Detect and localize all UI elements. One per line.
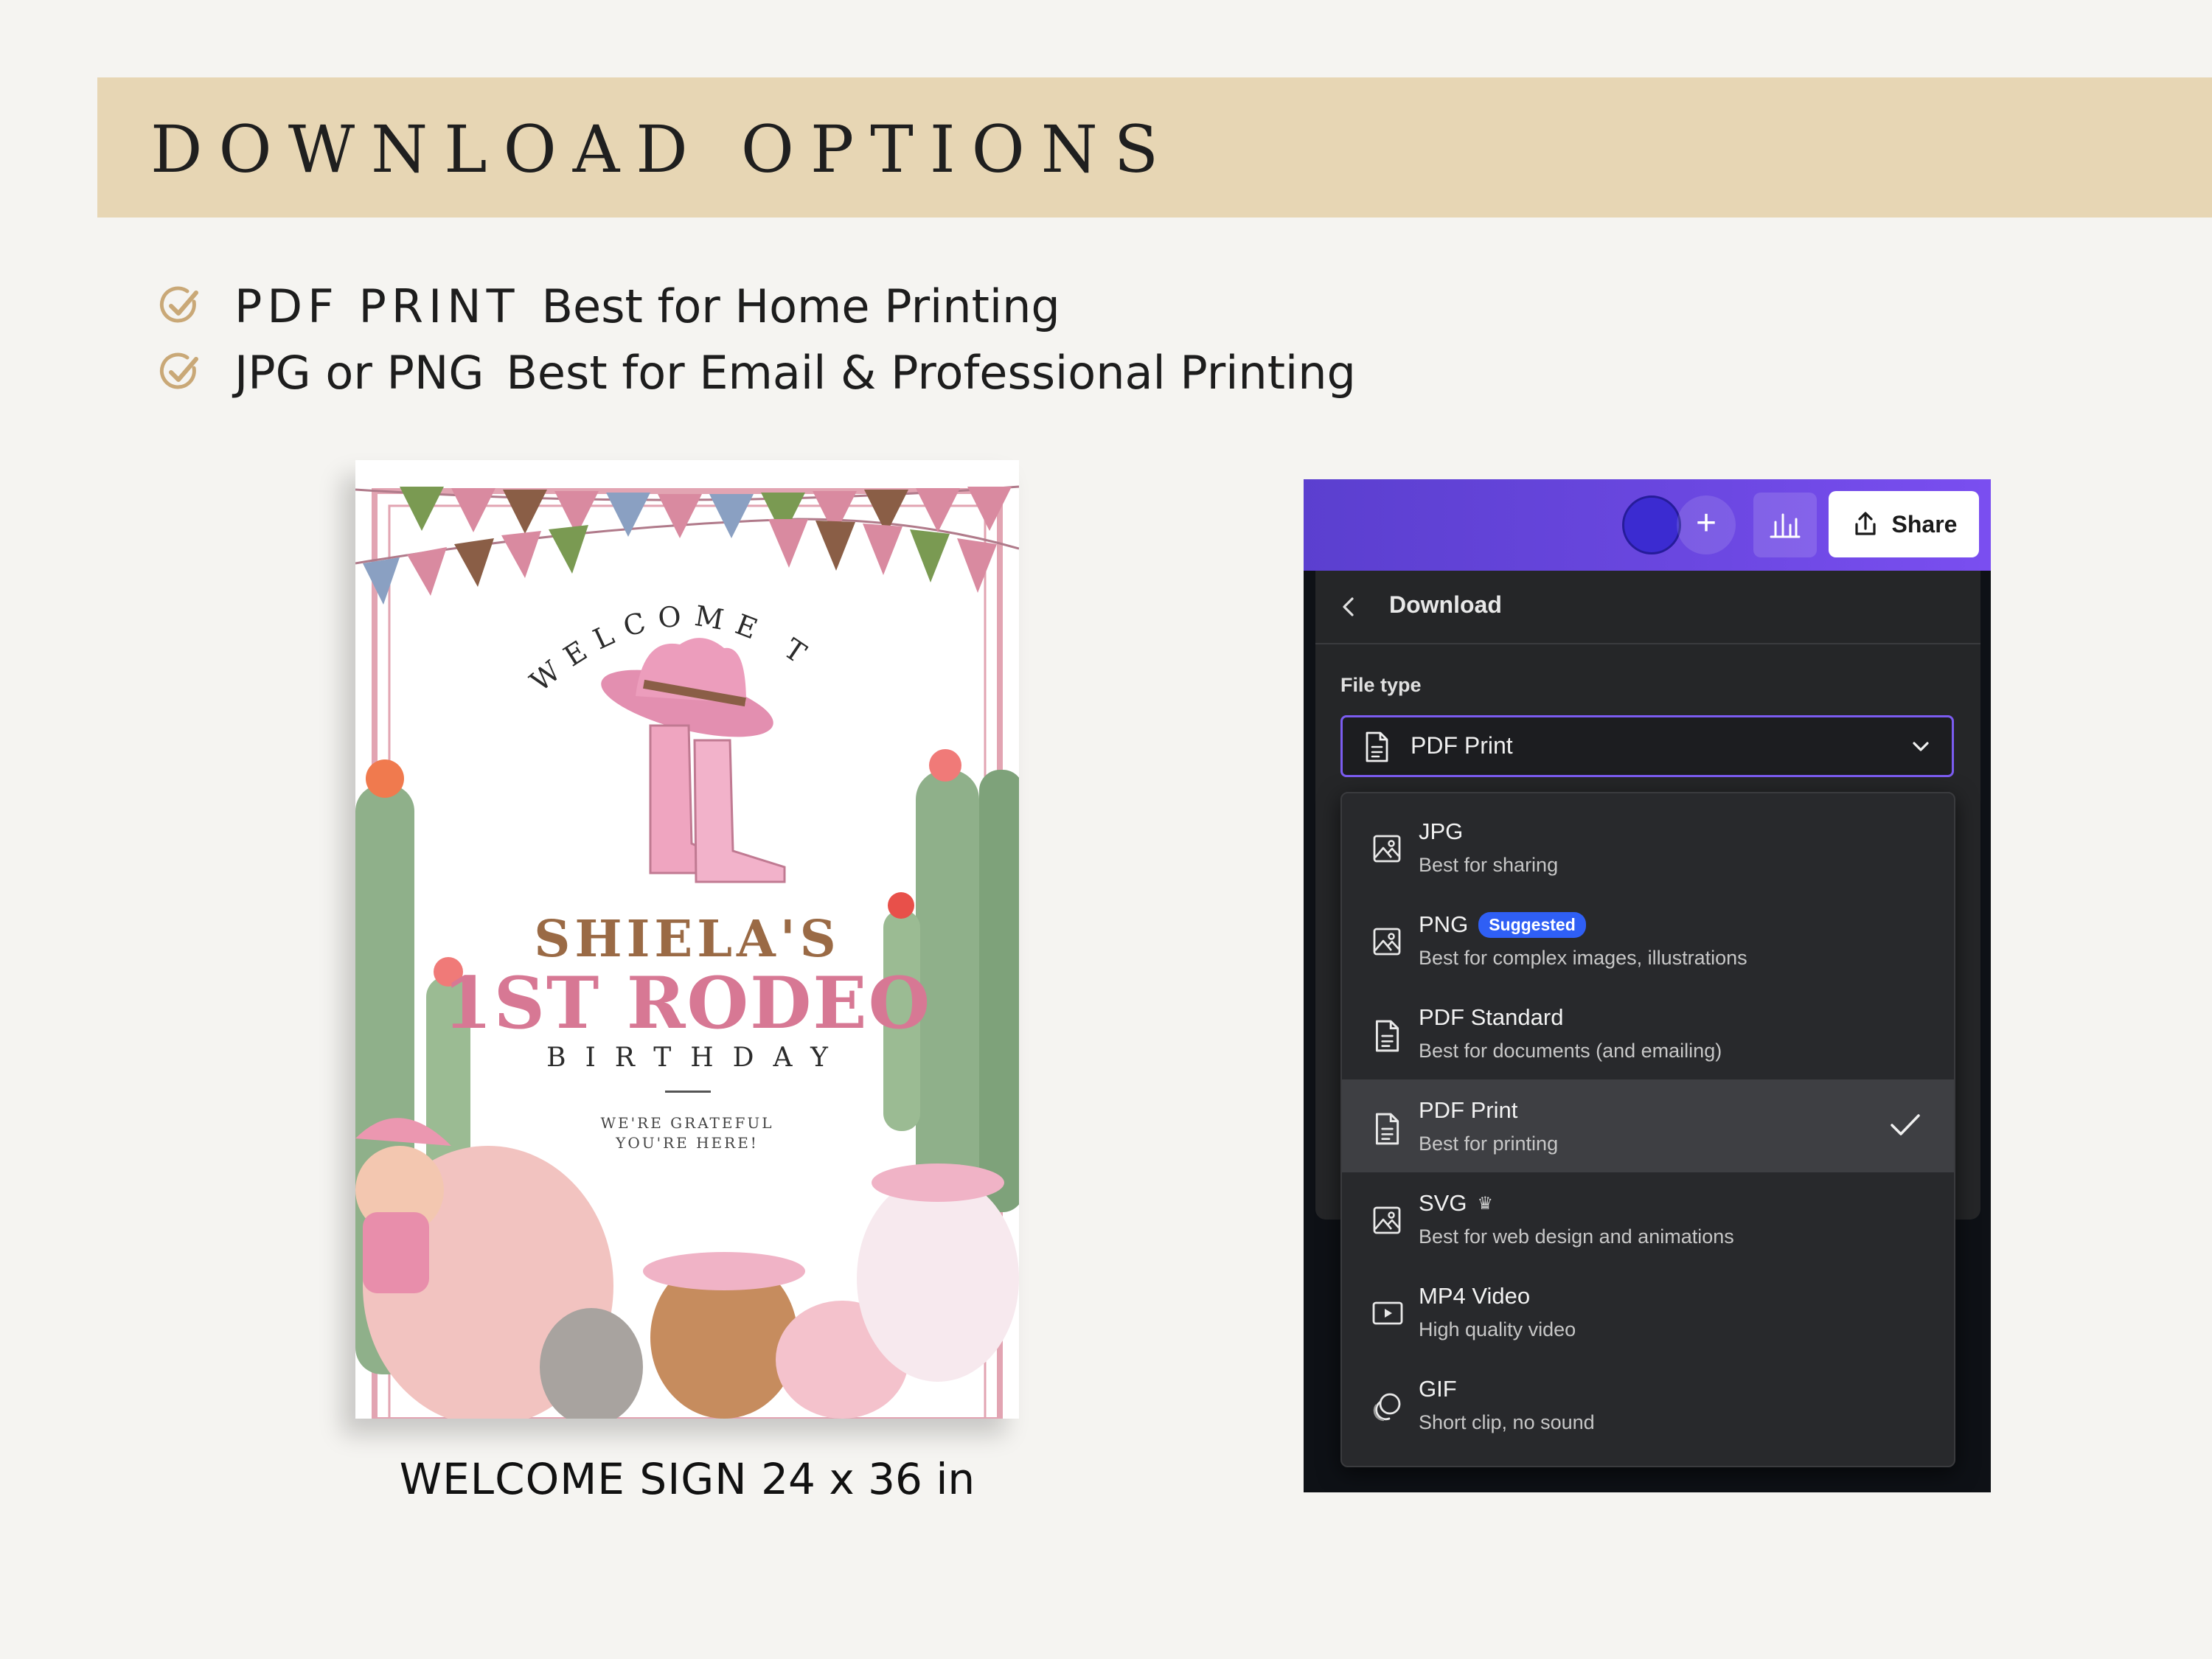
document-icon bbox=[1375, 1113, 1399, 1145]
editor-topbar: + Share bbox=[1304, 479, 1991, 571]
share-upload-icon bbox=[1854, 512, 1876, 535]
download-panel-header: Download bbox=[1315, 571, 1980, 644]
file-type-option-jpg[interactable]: JPG Best for sharing bbox=[1342, 801, 1954, 894]
checkmark-icon bbox=[1891, 1114, 1920, 1135]
poster-divider bbox=[665, 1091, 711, 1093]
feature-description: Best for Email & Professional Printing bbox=[506, 345, 1356, 400]
crown-icon: ♛ bbox=[1477, 1193, 1493, 1214]
download-panel-title: Download bbox=[1389, 591, 1502, 618]
feature-name: PDF PRINT bbox=[234, 279, 520, 333]
option-title: SVG ♛ bbox=[1419, 1190, 1493, 1217]
option-title-text: PDF Standard bbox=[1419, 1004, 1564, 1030]
welcome-sign-poster: WELCOME TO bbox=[355, 460, 1019, 1419]
option-title-text: MP4 Video bbox=[1419, 1283, 1531, 1309]
option-description: Best for sharing bbox=[1419, 854, 1559, 876]
file-type-option-pdf-standard[interactable]: PDF Standard Best for documents (and ema… bbox=[1342, 987, 1954, 1079]
option-title: PNG Suggested bbox=[1419, 911, 1586, 938]
check-circle-icon bbox=[159, 286, 198, 323]
feature-list: PDF PRINT Best for Home Printing JPG or … bbox=[158, 273, 1356, 406]
option-description: Best for complex images, illustrations bbox=[1419, 947, 1747, 969]
suggested-badge: Suggested bbox=[1478, 911, 1586, 938]
option-description: High quality video bbox=[1419, 1318, 1576, 1340]
poster-name: SHIELA'S bbox=[534, 910, 841, 969]
poster-caption: WELCOME SIGN 24 x 36 in bbox=[355, 1454, 1019, 1504]
bar-chart-icon bbox=[1770, 513, 1801, 538]
file-type-option-mp4[interactable]: MP4 Video High quality video bbox=[1342, 1265, 1954, 1358]
option-title-text: PDF Print bbox=[1419, 1097, 1518, 1123]
document-icon bbox=[1366, 731, 1388, 762]
image-icon bbox=[1373, 835, 1401, 863]
caption-product: WELCOME SIGN bbox=[399, 1454, 748, 1504]
file-type-menu: JPG Best for sharing PNG Suggested Best … bbox=[1340, 792, 1955, 1467]
image-icon bbox=[1373, 928, 1401, 956]
video-icon bbox=[1372, 1301, 1403, 1325]
insights-button[interactable] bbox=[1753, 493, 1817, 557]
option-title-text: SVG bbox=[1419, 1190, 1467, 1216]
chevron-down-icon bbox=[1913, 742, 1929, 751]
share-label: Share bbox=[1891, 510, 1958, 538]
file-type-label: File type bbox=[1340, 674, 1422, 696]
feature-item: JPG or PNG Best for Email & Professional… bbox=[158, 339, 1356, 406]
option-description: Short clip, no sound bbox=[1419, 1411, 1595, 1433]
poster-grateful-line: WE'RE GRATEFUL bbox=[600, 1114, 774, 1132]
feature-item: PDF PRINT Best for Home Printing bbox=[158, 273, 1356, 339]
plus-icon: + bbox=[1695, 504, 1717, 543]
share-button[interactable]: Share bbox=[1829, 491, 1979, 557]
file-type-selected-value: PDF Print bbox=[1411, 732, 1513, 759]
option-title: GIF bbox=[1419, 1376, 1457, 1402]
option-title: PDF Print bbox=[1419, 1097, 1517, 1124]
poster-subtitle: BIRTHDAY bbox=[546, 1043, 847, 1073]
file-type-select[interactable]: PDF Print bbox=[1340, 715, 1954, 777]
file-type-option-svg[interactable]: SVG ♛ Best for web design and animations bbox=[1342, 1172, 1954, 1265]
option-description: Best for web design and animations bbox=[1419, 1225, 1734, 1248]
poster-grateful-text: WE'RE GRATEFUL YOU'RE HERE! bbox=[355, 1113, 1019, 1153]
document-icon bbox=[1375, 1020, 1399, 1052]
option-title-text: PNG bbox=[1419, 911, 1469, 937]
option-description: Best for printing bbox=[1419, 1133, 1559, 1155]
download-ui-screenshot: + Share Download File type PDF Print JPG… bbox=[1304, 479, 1991, 1492]
feature-description: Best for Home Printing bbox=[541, 279, 1060, 333]
page-title: DOWNLOAD OPTIONS bbox=[150, 111, 1175, 187]
header-banner: DOWNLOAD OPTIONS bbox=[97, 77, 2212, 218]
caption-size: 24 x 36 in bbox=[761, 1454, 975, 1504]
bunting-flags bbox=[363, 487, 1012, 605]
option-title: MP4 Video bbox=[1419, 1283, 1530, 1310]
file-type-option-png[interactable]: PNG Suggested Best for complex images, i… bbox=[1342, 894, 1954, 987]
check-circle-icon bbox=[159, 352, 198, 389]
option-description: Best for documents (and emailing) bbox=[1419, 1040, 1722, 1062]
poster-event: 1ST RODEO bbox=[442, 961, 932, 1045]
file-type-option-pdf-print[interactable]: PDF Print Best for printing bbox=[1342, 1079, 1954, 1172]
feature-name: JPG or PNG bbox=[234, 345, 484, 400]
chevron-left-icon[interactable] bbox=[1338, 594, 1360, 619]
option-title-text: JPG bbox=[1419, 818, 1464, 844]
option-title-text: GIF bbox=[1419, 1376, 1457, 1402]
option-title: JPG bbox=[1419, 818, 1463, 845]
file-type-option-gif[interactable]: GIF Short clip, no sound bbox=[1342, 1358, 1954, 1451]
option-title: PDF Standard bbox=[1419, 1004, 1563, 1031]
image-icon bbox=[1373, 1206, 1401, 1234]
poster-grateful-line: YOU'RE HERE! bbox=[616, 1134, 759, 1152]
add-collaborator-button[interactable]: + bbox=[1677, 495, 1736, 554]
gif-icon bbox=[1373, 1393, 1401, 1422]
cowboy-boots-illustration bbox=[649, 724, 786, 883]
avatar[interactable] bbox=[1622, 495, 1681, 554]
